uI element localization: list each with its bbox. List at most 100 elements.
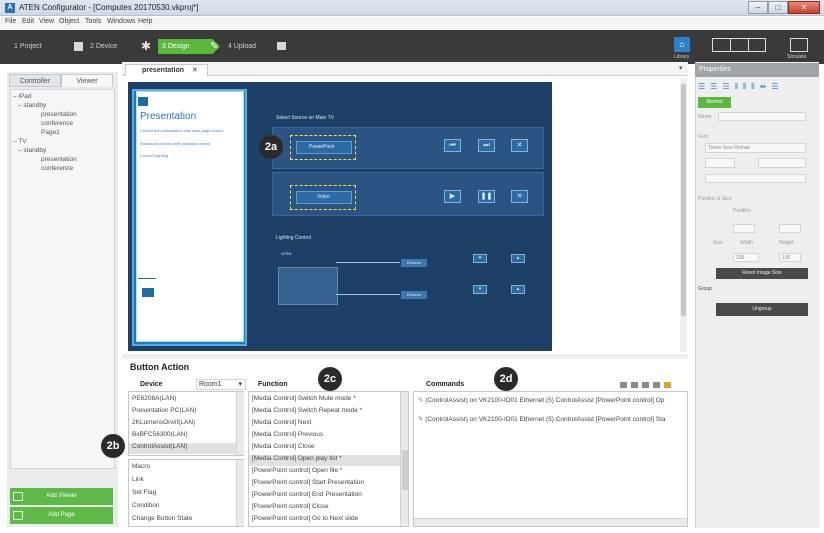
pause-button[interactable]: ❚❚: [478, 190, 495, 203]
add-page-button[interactable]: Add Page: [10, 507, 113, 524]
layout-icon[interactable]: [712, 38, 766, 52]
tree-item-standby[interactable]: – standby: [18, 102, 46, 109]
width-input[interactable]: 200: [733, 253, 759, 262]
align-icon[interactable]: ⫴: [735, 82, 738, 92]
ungroup-button[interactable]: Ungroup: [716, 303, 808, 316]
state-normal-button[interactable]: Normal: [698, 97, 731, 108]
list-item[interactable]: [Media Control] Open play list *: [249, 455, 408, 466]
align-icon[interactable]: ⫴: [743, 82, 746, 92]
maximize-button[interactable]: □: [768, 1, 788, 14]
list-item[interactable]: Condition: [132, 502, 159, 509]
list-item[interactable]: [Media Control] Close: [252, 443, 315, 450]
previous-slide-button[interactable]: ⏮: [444, 139, 461, 152]
function-scroll-thumb[interactable]: [402, 450, 408, 490]
close-presentation-button[interactable]: ✕: [511, 139, 528, 152]
align-icon[interactable]: ☰: [771, 82, 778, 92]
video-button[interactable]: Video: [296, 191, 352, 204]
align-icon[interactable]: ⫴: [751, 82, 754, 92]
light-down-button[interactable]: ▾: [473, 254, 487, 263]
tree-item-presentation[interactable]: presentation: [41, 156, 77, 163]
light-up-button[interactable]: ▴: [511, 285, 525, 294]
test-command-icon[interactable]: [664, 382, 671, 388]
next-slide-button[interactable]: ⏭: [478, 139, 495, 152]
list-item[interactable]: [PowerPoint control] End Presentation: [252, 491, 362, 498]
list-item[interactable]: Presentation PC(LAN): [132, 407, 196, 414]
function-list[interactable]: [Media Control] Switch Mute mode * [Medi…: [248, 391, 409, 527]
menu-help[interactable]: Help: [138, 18, 152, 25]
list-item[interactable]: [Media Control] Previous: [252, 431, 323, 438]
list-item[interactable]: BxBFC56300(LAN): [132, 431, 188, 438]
list-item[interactable]: ControlAssist(LAN): [129, 443, 243, 454]
font-size-select[interactable]: [705, 158, 735, 168]
tree-item-conference[interactable]: conference: [41, 165, 73, 172]
font-style-buttons[interactable]: [758, 158, 806, 168]
list-item[interactable]: [Media Control] Switch Repeat mode *: [252, 407, 362, 414]
tab-presentation[interactable]: presentation ✕: [125, 64, 208, 76]
tab-dropdown-icon[interactable]: ▾: [679, 64, 683, 72]
device-list[interactable]: PE6208A(LAN) Presentation PC(LAN) 2KLume…: [128, 391, 244, 456]
align-icon[interactable]: ☰: [698, 82, 705, 92]
height-input[interactable]: 100: [779, 253, 801, 262]
menu-windows[interactable]: Windows: [107, 18, 135, 25]
play-button[interactable]: ▶: [444, 190, 461, 203]
position-y-input[interactable]: [779, 224, 801, 233]
list-item[interactable]: Link: [132, 476, 144, 483]
tab-controller[interactable]: Controller: [9, 74, 61, 87]
device-extra-scrollbar[interactable]: [236, 460, 244, 526]
list-item[interactable]: [PowerPoint control] Go to Next slide: [252, 515, 358, 522]
position-x-input[interactable]: [733, 224, 755, 233]
list-item[interactable]: PE6208A(LAN): [132, 395, 176, 402]
list-item[interactable]: [PowerPoint control] Start Presentation: [252, 479, 364, 486]
tree-item-page1[interactable]: Page1: [41, 129, 60, 136]
stop-video-button[interactable]: ✕: [511, 190, 528, 203]
menu-edit[interactable]: Edit: [22, 18, 34, 25]
step-design[interactable]: 3 Design: [162, 43, 190, 50]
font-select[interactable]: Times New Roman: [705, 143, 806, 153]
light-up-button[interactable]: ▴: [511, 254, 525, 263]
list-item[interactable]: [Media Control] Next: [252, 419, 311, 426]
commands-list[interactable]: ✎ (ControlAssist) on VK2100-ID01 Etherne…: [413, 391, 688, 527]
tree-item-conference[interactable]: conference: [41, 120, 73, 127]
list-item[interactable]: 2KLumensOnvif(LAN): [132, 419, 195, 426]
list-item[interactable]: [PowerPoint control] Close: [252, 503, 329, 510]
alignment-toolbar[interactable]: ☰ ☰ ☰ ⫴ ⫴ ⫴ ⇹ ☰: [698, 82, 808, 92]
align-icon[interactable]: ☰: [710, 82, 717, 92]
powerpoint-button[interactable]: PowerPoint: [296, 141, 352, 154]
list-item[interactable]: Change Button State: [132, 515, 192, 522]
name-input[interactable]: [718, 112, 806, 121]
add-viewer-button[interactable]: Add Viewer: [10, 488, 113, 505]
tree-item-ipad[interactable]: – iPad: [13, 93, 31, 100]
splitter[interactable]: [122, 354, 688, 359]
step-project[interactable]: 1 Project: [14, 43, 42, 50]
menu-tools[interactable]: Tools: [85, 18, 101, 25]
light-down-button[interactable]: ▾: [473, 285, 487, 294]
tab-close-icon[interactable]: ✕: [192, 67, 198, 74]
list-item[interactable]: Set Flag: [132, 489, 156, 496]
copy-command-icon[interactable]: [631, 382, 638, 388]
align-icon[interactable]: ☰: [722, 82, 729, 92]
edit-command-icon[interactable]: [620, 382, 627, 388]
list-item[interactable]: [Media Control] Switch Mute mode *: [252, 395, 356, 402]
device-extra-list[interactable]: Macro Link Set Flag Condition Change But…: [128, 459, 244, 527]
simulate-icon[interactable]: [790, 38, 808, 52]
list-item[interactable]: Macro: [132, 463, 150, 470]
list-item[interactable]: [PowerPoint control] Open file *: [252, 467, 342, 474]
tab-viewer[interactable]: Viewer: [61, 74, 113, 87]
command-row[interactable]: ✎ (ControlAssist) on VK2100-ID01 Etherne…: [418, 396, 664, 404]
delete-command-icon[interactable]: [642, 382, 649, 388]
tree-item-standby[interactable]: – standby: [18, 147, 46, 154]
move-command-icon[interactable]: [653, 382, 660, 388]
function-scrollbar[interactable]: [400, 392, 408, 526]
align-icon[interactable]: ⇹: [760, 82, 767, 92]
canvas-scroll-thumb[interactable]: [681, 84, 686, 316]
minimize-button[interactable]: –: [748, 1, 768, 14]
reset-image-size-button[interactable]: Reset Image Size: [716, 268, 808, 279]
room-select[interactable]: Room1 ▾: [196, 379, 246, 390]
menu-object[interactable]: Object: [59, 18, 79, 25]
menu-file[interactable]: File: [5, 18, 16, 25]
command-row[interactable]: ✎ (ControlAssist) on VK2100-ID01 Etherne…: [418, 415, 666, 423]
commands-horizontal-scrollbar[interactable]: [414, 518, 687, 526]
tree-item-tv[interactable]: – TV: [13, 138, 27, 145]
tree-item-presentation[interactable]: presentation: [41, 111, 77, 118]
library-icon[interactable]: ⌂: [674, 37, 690, 52]
